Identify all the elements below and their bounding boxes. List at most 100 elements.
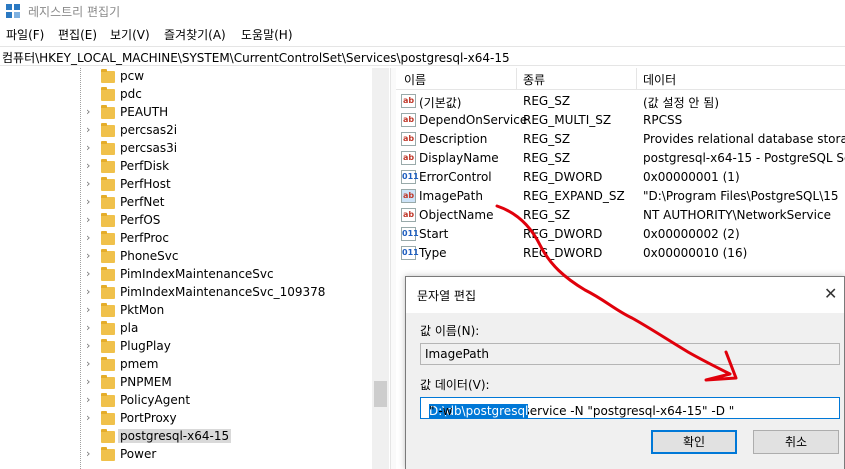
tree-item[interactable]: › PortProxy — [0, 410, 372, 428]
chevron-right-icon[interactable]: › — [86, 447, 90, 460]
folder-icon — [101, 195, 115, 209]
tree-item[interactable]: › PolicyAgent — [0, 392, 372, 410]
column-type[interactable]: 종류 — [523, 71, 545, 88]
column-divider[interactable] — [636, 68, 637, 90]
chevron-right-icon[interactable]: › — [86, 141, 90, 154]
tree-item[interactable]: › pmem — [0, 356, 372, 374]
tree-item[interactable]: › PerfHost — [0, 176, 372, 194]
ok-button[interactable]: 확인 — [651, 430, 737, 454]
chevron-right-icon[interactable]: › — [86, 195, 90, 208]
cancel-button[interactable]: 취소 — [753, 430, 839, 454]
value-name: Start — [419, 227, 449, 241]
chevron-right-icon[interactable]: › — [86, 321, 90, 334]
chevron-right-icon[interactable]: › — [86, 393, 90, 406]
value-name-field: ImagePath — [420, 343, 840, 365]
tree-item[interactable]: › pla — [0, 320, 372, 338]
tree-item-label[interactable]: PhoneSvc — [120, 249, 179, 263]
value-row[interactable]: 011 ErrorControl REG_DWORD 0x00000001 (1) — [396, 168, 845, 187]
chevron-right-icon[interactable]: › — [86, 213, 90, 226]
tree-item[interactable]: pcw — [0, 68, 372, 86]
chevron-right-icon[interactable]: › — [86, 159, 90, 172]
tree-item-label[interactable]: PolicyAgent — [120, 393, 190, 407]
tree-item-label[interactable]: Power — [120, 447, 156, 461]
chevron-right-icon[interactable]: › — [86, 411, 90, 424]
tree-item-label[interactable]: postgresql-x64-15 — [118, 429, 232, 443]
value-data-input[interactable]: \pg_ctl.exe" runservice -N "postgresql-x… — [420, 397, 840, 419]
value-row[interactable]: ab DependOnService REG_MULTI_SZ RPCSS — [396, 111, 845, 130]
tree-item-label[interactable]: PktMon — [120, 303, 164, 317]
tree-item-label[interactable]: percsas2i — [120, 123, 177, 137]
tree-item-label[interactable]: PNPMEM — [120, 375, 172, 389]
tree-item-label[interactable]: PimIndexMaintenanceSvc — [120, 267, 274, 281]
menu-view[interactable]: 보기(V) — [110, 26, 150, 43]
tree-item-label[interactable]: PlugPlay — [120, 339, 171, 353]
value-row[interactable]: 011 Start REG_DWORD 0x00000002 (2) — [396, 225, 845, 244]
tree-item-label[interactable]: PEAUTH — [120, 105, 168, 119]
tree-item[interactable]: › PNPMEM — [0, 374, 372, 392]
column-data[interactable]: 데이터 — [643, 71, 676, 88]
menu-bar: 파일(F) 편집(E) 보기(V) 즐겨찾기(A) 도움말(H) — [0, 24, 845, 44]
tree-item-label[interactable]: pdc — [120, 87, 142, 101]
tree-item-label[interactable]: PerfNet — [120, 195, 164, 209]
tree-item[interactable]: › PlugPlay — [0, 338, 372, 356]
address-path[interactable]: 컴퓨터\HKEY_LOCAL_MACHINE\SYSTEM\CurrentCon… — [2, 49, 510, 66]
column-name[interactable]: 이름 — [404, 71, 426, 88]
column-divider[interactable] — [516, 68, 517, 90]
tree-item[interactable]: › percsas3i — [0, 140, 372, 158]
tree-scrollbar-thumb[interactable] — [374, 381, 387, 407]
chevron-right-icon[interactable]: › — [86, 231, 90, 244]
tree-item[interactable]: › PimIndexMaintenanceSvc — [0, 266, 372, 284]
address-bar[interactable]: 컴퓨터\HKEY_LOCAL_MACHINE\SYSTEM\CurrentCon… — [0, 46, 845, 66]
value-row[interactable]: ab ImagePath REG_EXPAND_SZ "D:\Program File… — [396, 187, 845, 206]
tree-item-label[interactable]: PerfHost — [120, 177, 171, 191]
tree-item-label[interactable]: pla — [120, 321, 138, 335]
chevron-right-icon[interactable]: › — [86, 303, 90, 316]
tree-item[interactable]: › PerfNet — [0, 194, 372, 212]
menu-favorites[interactable]: 즐겨찾기(A) — [164, 26, 226, 43]
tree-item[interactable]: postgresql-x64-15 — [0, 428, 372, 446]
tree-item[interactable]: › percsas2i — [0, 122, 372, 140]
tree-item[interactable]: › PerfProc — [0, 230, 372, 248]
chevron-right-icon[interactable]: › — [86, 267, 90, 280]
menu-file[interactable]: 파일(F) — [6, 26, 44, 43]
tree-item-label[interactable]: PerfProc — [120, 231, 169, 245]
value-row[interactable]: ab Description REG_SZ Provides relational d… — [396, 130, 845, 149]
tree-item[interactable]: › PimIndexMaintenanceSvc_109378 — [0, 284, 372, 302]
chevron-right-icon[interactable]: › — [86, 285, 90, 298]
menu-help[interactable]: 도움말(H) — [241, 26, 293, 43]
tree-item-label[interactable]: pmem — [120, 357, 158, 371]
binary-value-icon: 011 — [401, 227, 419, 241]
chevron-right-icon[interactable]: › — [86, 357, 90, 370]
tree-item-label[interactable]: PerfDisk — [120, 159, 169, 173]
value-row[interactable]: 011 Type REG_DWORD 0x00000010 (16) — [396, 244, 845, 263]
chevron-right-icon[interactable]: › — [86, 375, 90, 388]
value-row[interactable]: ab ObjectName REG_SZ NT AUTHORITY\NetworkSe… — [396, 206, 845, 225]
value-row[interactable]: ab (기본값) REG_SZ (값 설정 안 됨) — [396, 92, 845, 111]
tree-item[interactable]: › PerfDisk — [0, 158, 372, 176]
chevron-right-icon[interactable]: › — [86, 339, 90, 352]
tree-item-label[interactable]: pcw — [120, 69, 144, 83]
folder-icon — [101, 321, 115, 335]
value-type: REG_MULTI_SZ — [523, 113, 612, 127]
tree-item[interactable]: › PerfOS — [0, 212, 372, 230]
chevron-right-icon[interactable]: › — [86, 123, 90, 136]
value-name: Type — [419, 246, 447, 260]
value-type: REG_SZ — [523, 151, 571, 165]
menu-edit[interactable]: 편집(E) — [58, 26, 97, 43]
close-icon[interactable]: ✕ — [824, 284, 837, 303]
value-row[interactable]: ab DisplayName REG_SZ postgresql-x64-15 - P… — [396, 149, 845, 168]
tree-item-label[interactable]: percsas3i — [120, 141, 177, 155]
tree-item-label[interactable]: PortProxy — [120, 411, 177, 425]
tree-item-label[interactable]: PimIndexMaintenanceSvc_109378 — [120, 285, 325, 299]
tree-item[interactable]: › PhoneSvc — [0, 248, 372, 266]
dialog-title: 문자열 편집 — [417, 289, 477, 303]
tree-item[interactable]: pdc — [0, 86, 372, 104]
tree-item[interactable]: › PktMon — [0, 302, 372, 320]
chevron-right-icon[interactable]: › — [86, 177, 90, 190]
tree-item[interactable]: › Power — [0, 446, 372, 464]
chevron-right-icon[interactable]: › — [86, 249, 90, 262]
tree-scrollbar[interactable] — [372, 68, 389, 469]
tree-item-label[interactable]: PerfOS — [120, 213, 160, 227]
tree-item[interactable]: › PEAUTH — [0, 104, 372, 122]
chevron-right-icon[interactable]: › — [86, 105, 90, 118]
